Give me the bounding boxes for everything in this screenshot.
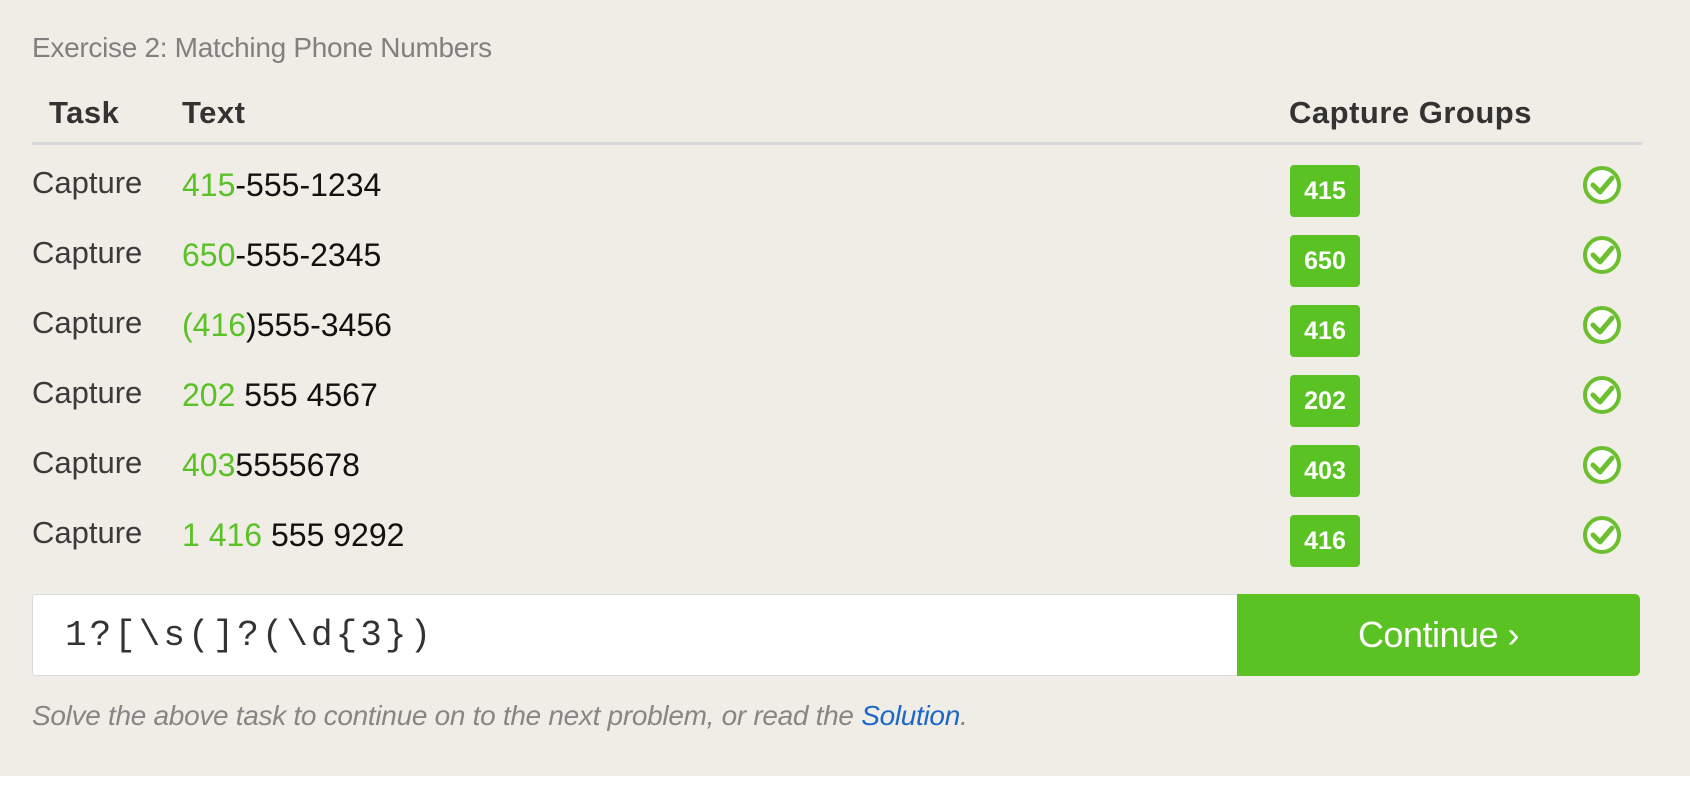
table-row: Capture 1 416 555 9292 416 <box>32 515 1642 585</box>
check-circle-icon <box>1583 236 1621 274</box>
solution-link[interactable]: Solution <box>861 700 960 731</box>
help-trailing: . <box>959 700 968 731</box>
regex-input-container <box>32 594 1237 676</box>
unmatched-text: 555 9292 <box>262 517 405 553</box>
task-label: Capture <box>32 235 143 270</box>
table-row: Capture 4035555678 403 <box>32 445 1642 515</box>
header-capture-groups: Capture Groups <box>1289 95 1532 130</box>
continue-button[interactable]: Continue › <box>1237 594 1640 676</box>
matched-text: 202 <box>182 377 236 413</box>
capture-group-badge: 416 <box>1290 515 1360 567</box>
test-string: 650-555-2345 <box>182 237 381 274</box>
capture-group-badge: 650 <box>1290 235 1360 287</box>
check-circle-icon <box>1583 166 1621 204</box>
table-header: Task Text Capture Groups <box>32 92 1642 145</box>
task-label: Capture <box>32 375 143 410</box>
header-text: Text <box>182 95 246 130</box>
unmatched-text: )555-3456 <box>246 307 392 343</box>
test-string: 415-555-1234 <box>182 167 381 204</box>
capture-group-badge: 415 <box>1290 165 1360 217</box>
task-label: Capture <box>32 165 143 200</box>
test-string: 1 416 555 9292 <box>182 517 404 554</box>
task-label: Capture <box>32 515 143 550</box>
help-text: Solve the above task to continue on to t… <box>32 700 968 732</box>
matched-text: 1 416 <box>182 517 263 553</box>
test-string: 4035555678 <box>182 447 360 484</box>
check-circle-icon <box>1583 446 1621 484</box>
capture-group-badge: 416 <box>1290 305 1360 357</box>
table-row: Capture (416)555-3456 416 <box>32 305 1642 375</box>
exercise-panel: Exercise 2: Matching Phone Numbers Task … <box>0 0 1690 776</box>
check-circle-icon <box>1583 516 1621 554</box>
capture-group-badge: 403 <box>1290 445 1360 497</box>
matched-text: 403 <box>182 447 236 483</box>
table-row: Capture 202 555 4567 202 <box>32 375 1642 445</box>
task-label: Capture <box>32 305 143 340</box>
check-circle-icon <box>1583 306 1621 344</box>
unmatched-text: -555-2345 <box>235 237 382 273</box>
table-row: Capture 415-555-1234 415 <box>32 165 1642 235</box>
exercise-title: Exercise 2: Matching Phone Numbers <box>32 32 492 63</box>
help-message: Solve the above task to continue on to t… <box>32 700 862 731</box>
matched-text: (416 <box>182 307 247 343</box>
check-circle-icon <box>1583 376 1621 414</box>
task-label: Capture <box>32 445 143 480</box>
test-string: 202 555 4567 <box>182 377 378 414</box>
unmatched-text: 5555678 <box>235 447 360 483</box>
matched-text: 650 <box>182 237 236 273</box>
matched-text: 415 <box>182 167 236 203</box>
unmatched-text: 555 4567 <box>235 377 378 413</box>
capture-group-badge: 202 <box>1290 375 1360 427</box>
unmatched-text: -555-1234 <box>235 167 382 203</box>
regex-input[interactable] <box>33 595 1237 675</box>
test-string: (416)555-3456 <box>182 307 392 344</box>
header-task: Task <box>49 95 120 130</box>
table-row: Capture 650-555-2345 650 <box>32 235 1642 305</box>
